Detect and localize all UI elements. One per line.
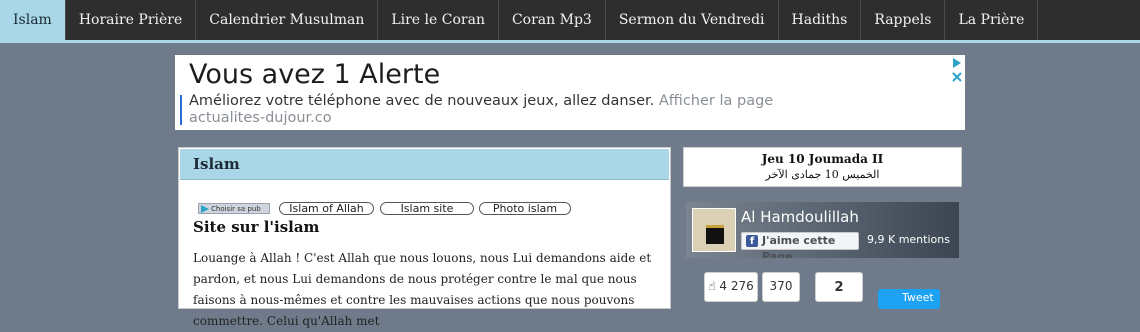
ad-chooser-button[interactable]: Choisir sa pub (198, 203, 270, 214)
nav-item-lire-coran[interactable]: Lire le Coran (378, 0, 499, 40)
date-french: Jeu 10 Joumada II (761, 152, 884, 166)
tag-link[interactable]: Islam of Allah (279, 202, 374, 215)
nav-item-sermon[interactable]: Sermon du Vendredi (606, 0, 779, 40)
adchoices-icon[interactable] (951, 57, 963, 69)
nav-item-rappels[interactable]: Rappels (861, 0, 946, 40)
close-icon[interactable] (951, 71, 963, 83)
share-count: 370 (769, 279, 793, 293)
like-count-button[interactable]: ☝ 4 276 (704, 272, 758, 302)
ad-body: Améliorez votre téléphone avec de nouvea… (189, 93, 829, 127)
facebook-page-widget[interactable]: Al Hamdoulillah f J'aime cette Page 9,9 … (686, 202, 959, 258)
kaaba-icon (706, 225, 724, 244)
tweet-label: Tweet (902, 291, 934, 304)
fb-like-button[interactable]: f J'aime cette Page (741, 232, 859, 258)
date-arabic: الخميس 10 جمادى الآخر (765, 168, 880, 181)
tag-link[interactable]: Islam site (380, 202, 474, 215)
fb-page-name[interactable]: Al Hamdoulillah (741, 208, 859, 226)
article-heading: Site sur l'islam (193, 218, 320, 236)
top-navigation: Islam Horaire Prière Calendrier Musulman… (0, 0, 1140, 43)
page-thumbnail (692, 208, 736, 252)
nav-item-horaire-priere[interactable]: Horaire Prière (66, 0, 197, 40)
ad-chooser-label: Choisir sa pub (211, 205, 261, 213)
nav-item-islam[interactable]: Islam (0, 0, 66, 40)
ad-title: Vous avez 1 Alerte (189, 59, 441, 90)
nav-item-la-priere[interactable]: La Prière (945, 0, 1039, 40)
ad-body-text: Améliorez votre téléphone avec de nouvea… (189, 93, 655, 109)
nav-item-hadiths[interactable]: Hadiths (779, 0, 862, 40)
main-content-panel: Islam Choisir sa pub Islam of Allah Isla… (178, 147, 671, 328)
nav-item-calendrier[interactable]: Calendrier Musulman (196, 0, 379, 40)
thumbs-up-icon: ☝ (708, 279, 716, 293)
share-count-button[interactable]: 370 (762, 272, 800, 302)
tweet-button[interactable]: Tweet (878, 289, 940, 309)
article-paragraph: Louange à Allah ! C'est Allah que nous l… (193, 251, 652, 328)
tag-link[interactable]: Photo islam (479, 202, 571, 215)
panel-header: Islam (180, 149, 669, 180)
hijri-date-box: Jeu 10 Joumada II الخميس 10 جمادى الآخر (683, 147, 962, 187)
play-icon (201, 205, 209, 213)
counter-box: 2 (815, 272, 863, 302)
like-count: 4 276 (719, 279, 754, 293)
ad-banner[interactable]: Vous avez 1 Alerte Améliorez votre télép… (175, 55, 965, 130)
fb-mentions-count: 9,9 K mentions (867, 233, 950, 246)
counter-value: 2 (834, 280, 844, 295)
ad-accent-bar (180, 95, 182, 125)
panel-title: Islam (193, 155, 240, 173)
nav-item-coran-mp3[interactable]: Coran Mp3 (499, 0, 606, 40)
facebook-icon: f (746, 235, 758, 247)
